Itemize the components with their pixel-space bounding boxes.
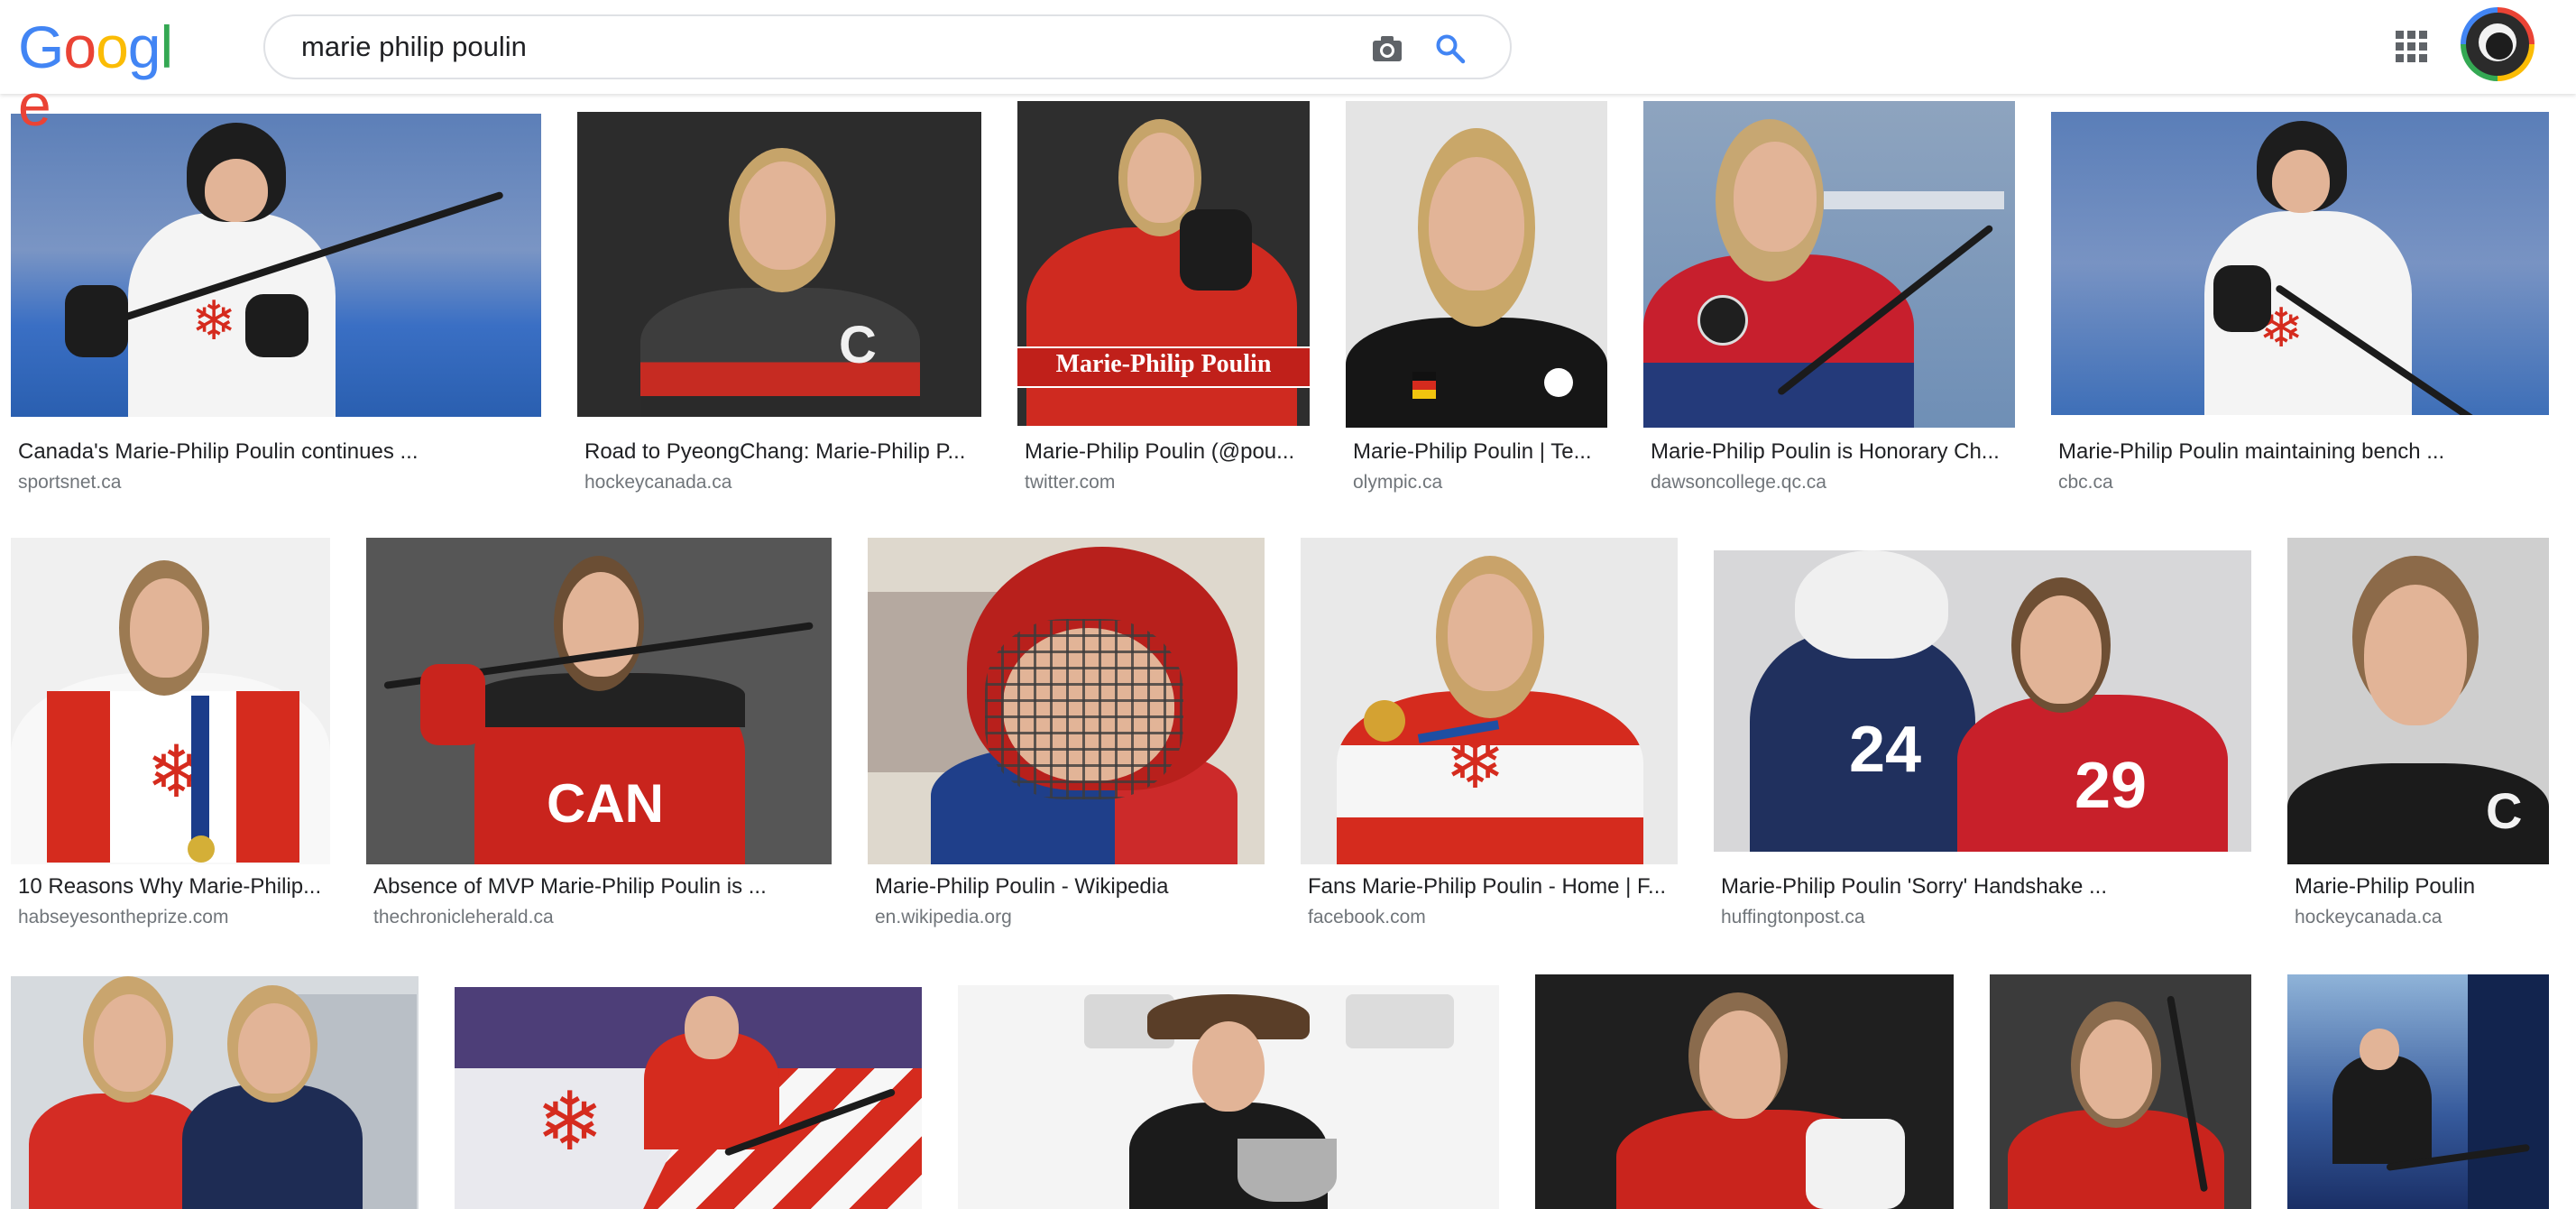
logo-letter: l xyxy=(160,14,174,80)
result-caption[interactable]: Marie-Philip Poulin - Wikipedia xyxy=(875,873,1263,900)
logo-letter: g xyxy=(127,14,161,80)
result-caption[interactable]: Marie-Philip Poulin is Honorary Ch... xyxy=(1651,438,2011,466)
image-result[interactable]: ❄ Fans Marie-Philip Poulin - Home | F...… xyxy=(1301,538,1678,944)
result-image[interactable] xyxy=(11,976,419,1209)
result-image[interactable] xyxy=(2287,974,2549,1209)
image-result[interactable] xyxy=(2287,974,2549,1209)
result-domain[interactable]: cbc.ca xyxy=(2058,471,2113,494)
result-caption[interactable]: Road to PyeongChang: Marie-Philip P... xyxy=(584,438,977,466)
overlay-caption: Marie-Philip Poulin xyxy=(1055,350,1272,378)
image-result[interactable]: Marie-Philip Poulin | Te... olympic.ca xyxy=(1346,101,1607,509)
image-result[interactable]: Marie-Philip Poulin Marie-Philip Poulin … xyxy=(1017,101,1310,509)
account-avatar[interactable] xyxy=(2461,7,2535,81)
image-result[interactable]: C Marie-Philip Poulin hockeycanada.ca xyxy=(2287,538,2549,944)
result-image[interactable]: CAN xyxy=(366,538,832,864)
result-caption[interactable]: Marie-Philip Poulin 'Sorry' Handshake ..… xyxy=(1721,873,2248,900)
result-caption[interactable]: 10 Reasons Why Marie-Philip... xyxy=(18,873,327,900)
image-result[interactable]: ❄ Marie-Philip Poulin maintaining bench … xyxy=(2051,112,2549,509)
result-caption[interactable]: Marie-Philip Poulin (@pou... xyxy=(1025,438,1310,466)
result-image[interactable] xyxy=(958,985,1499,1209)
result-domain[interactable]: hockeycanada.ca xyxy=(2295,906,2442,929)
result-domain[interactable]: en.wikipedia.org xyxy=(875,906,1012,929)
result-caption[interactable]: Fans Marie-Philip Poulin - Home | F... xyxy=(1308,873,1674,900)
logo-letter: o xyxy=(96,14,129,80)
result-caption[interactable]: Marie-Philip Poulin | Te... xyxy=(1353,438,1607,466)
result-domain[interactable]: facebook.com xyxy=(1308,906,1426,929)
result-image[interactable]: ❄ xyxy=(11,114,541,417)
image-result[interactable]: CAN Absence of MVP Marie-Philip Poulin i… xyxy=(366,538,832,944)
google-logo[interactable]: Google xyxy=(18,14,182,134)
result-image[interactable]: ❄ xyxy=(2051,112,2549,415)
result-image[interactable]: 24 29 xyxy=(1714,550,2251,852)
logo-letter: G xyxy=(18,14,64,80)
result-caption[interactable]: Canada's Marie-Philip Poulin continues .… xyxy=(18,438,537,466)
result-domain[interactable]: huffingtonpost.ca xyxy=(1721,906,1865,929)
result-image[interactable]: C xyxy=(577,112,981,417)
result-image[interactable] xyxy=(1535,974,1954,1209)
result-domain[interactable]: sportsnet.ca xyxy=(18,471,121,494)
logo-letter: o xyxy=(63,14,97,80)
result-caption[interactable]: Absence of MVP Marie-Philip Poulin is ..… xyxy=(373,873,828,900)
result-image[interactable]: ❄ xyxy=(455,987,922,1209)
image-result[interactable] xyxy=(958,985,1499,1209)
result-image[interactable]: ❄ xyxy=(11,538,330,864)
result-image[interactable] xyxy=(1346,101,1607,428)
image-result[interactable]: Marie-Philip Poulin is Honorary Ch... da… xyxy=(1643,101,2015,509)
result-image[interactable]: ❄ xyxy=(1301,538,1678,864)
result-domain[interactable]: hockeycanada.ca xyxy=(584,471,731,494)
result-domain[interactable]: twitter.com xyxy=(1025,471,1115,494)
camera-icon[interactable] xyxy=(1367,29,1407,69)
search-input[interactable] xyxy=(301,27,1293,67)
image-results-grid: ❄ Canada's Marie-Philip Poulin continues… xyxy=(0,94,2576,1209)
top-bar: Google xyxy=(0,0,2576,134)
search-box xyxy=(263,14,1512,79)
result-domain[interactable]: dawsoncollege.qc.ca xyxy=(1651,471,1826,494)
result-domain[interactable]: habseyesontheprize.com xyxy=(18,906,228,929)
result-caption[interactable]: Marie-Philip Poulin maintaining bench ..… xyxy=(2058,438,2545,466)
result-image[interactable] xyxy=(868,538,1265,864)
result-image[interactable]: C xyxy=(2287,538,2549,864)
logo-letter: e xyxy=(18,71,51,138)
image-result[interactable]: 24 29 Marie-Philip Poulin 'Sorry' Handsh… xyxy=(1714,550,2251,944)
result-domain[interactable]: thechronicleherald.ca xyxy=(373,906,554,929)
result-image[interactable] xyxy=(1990,974,2251,1209)
search-icon[interactable] xyxy=(1431,29,1470,69)
result-image[interactable]: Marie-Philip Poulin xyxy=(1017,101,1310,426)
result-image[interactable] xyxy=(1643,101,2015,428)
image-result[interactable] xyxy=(1990,974,2251,1209)
result-caption[interactable]: Marie-Philip Poulin xyxy=(2295,873,2547,900)
image-result[interactable]: ❄ Canada's Marie-Philip Poulin continues… xyxy=(11,114,541,511)
image-result[interactable] xyxy=(11,976,419,1209)
apps-grid-icon[interactable] xyxy=(2392,27,2432,67)
image-result[interactable]: Marie-Philip Poulin - Wikipedia en.wikip… xyxy=(868,538,1265,944)
image-result[interactable]: ❄ xyxy=(455,987,922,1209)
avatar-image xyxy=(2466,13,2529,76)
image-result[interactable] xyxy=(1535,974,1954,1209)
image-result[interactable]: ❄ 10 Reasons Why Marie-Philip... habseye… xyxy=(11,538,330,944)
image-result[interactable]: C Road to PyeongChang: Marie-Philip P...… xyxy=(577,112,981,509)
result-domain[interactable]: olympic.ca xyxy=(1353,471,1442,494)
